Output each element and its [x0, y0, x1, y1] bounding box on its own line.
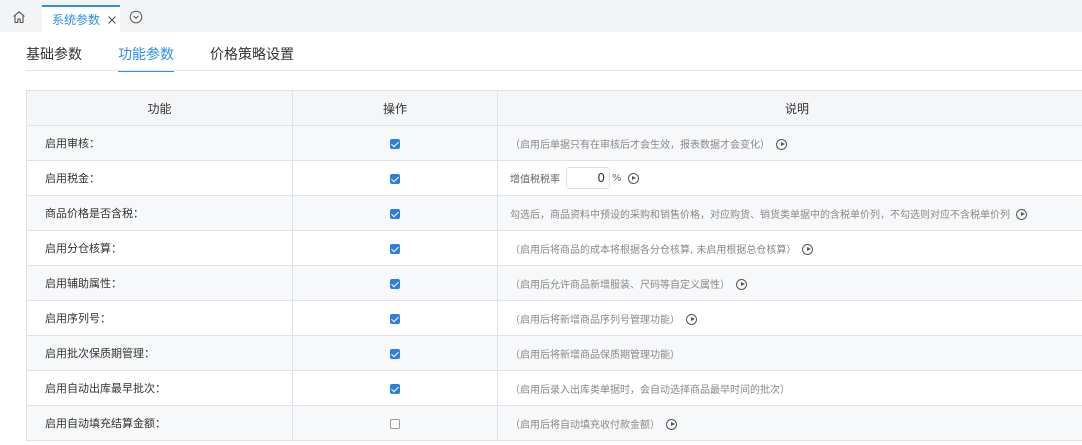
table-row: 启用审核： （启用后单据只有在审核后才会生效，报表数据才会变化）: [26, 125, 1082, 161]
operation-cell: [292, 300, 498, 336]
operation-cell: [292, 335, 498, 371]
description-cell: （启用后录入出库类单据时，会自动选择商品最早时间的批次）: [497, 370, 1082, 406]
enable-checkbox[interactable]: [390, 173, 400, 184]
table-row: 启用税金： 增值税税率 0%: [26, 160, 1082, 196]
table-header-row: 功能 操作 说明: [26, 90, 1082, 126]
function-name: 启用自动出库最早批次：: [26, 370, 293, 406]
function-name: 商品价格是否含税：: [26, 195, 293, 231]
operation-cell: [292, 195, 498, 231]
home-icon: [13, 11, 25, 24]
function-name: 启用自动填充结算金额：: [26, 405, 293, 441]
subtab-divider: [26, 70, 1082, 71]
enable-checkbox[interactable]: [390, 348, 400, 359]
operation-cell: [292, 160, 498, 196]
description-cell: （启用后允许商品新增服装、尺码等自定义属性）: [497, 265, 1082, 301]
table-row: 启用序列号： （启用后将新增商品序列号管理功能）: [26, 300, 1082, 336]
function-params-table: 功能 操作 说明 启用审核： （启用后单据只有在审核后才会生效，报表数据才会变化）…: [26, 90, 1082, 441]
table-row: 启用分仓核算： （启用后将商品的成本将根据各分仓核算, 未启用根据总仓核算）: [26, 230, 1082, 266]
close-icon[interactable]: [106, 14, 118, 26]
play-icon[interactable]: [776, 139, 787, 150]
operation-cell: [292, 230, 498, 266]
subtab-basic-params[interactable]: 基础参数: [26, 42, 82, 72]
chevron-down-circle-icon: [129, 10, 143, 24]
play-icon[interactable]: [802, 244, 814, 255]
tab-system-params[interactable]: 系统参数: [42, 5, 120, 32]
subtab-function-params[interactable]: 功能参数: [118, 42, 174, 72]
tax-rate-unit: %: [612, 172, 622, 184]
description-cell: 增值税税率 0%: [497, 160, 1082, 196]
description-cell: （启用后将商品的成本将根据各分仓核算, 未启用根据总仓核算）: [497, 230, 1082, 266]
play-icon[interactable]: [1016, 209, 1027, 220]
play-icon[interactable]: [686, 314, 697, 325]
function-name: 启用审核：: [26, 125, 293, 161]
operation-cell: [292, 125, 498, 161]
play-icon[interactable]: [736, 279, 747, 290]
enable-checkbox[interactable]: [390, 383, 400, 394]
tab-dropdown-button[interactable]: [129, 10, 143, 24]
header-description: 说明: [497, 90, 1082, 126]
enable-checkbox[interactable]: [390, 208, 400, 219]
tax-rate-label: 增值税税率: [510, 174, 560, 186]
home-button[interactable]: [6, 6, 32, 28]
enable-checkbox[interactable]: [390, 418, 400, 429]
function-name: 启用辅助属性：: [26, 265, 293, 301]
tab-bar: 系统参数: [0, 0, 1082, 32]
description-text: （启用后允许商品新增服装、尺码等自定义属性）: [510, 279, 730, 291]
enable-checkbox[interactable]: [390, 278, 400, 289]
operation-cell: [292, 405, 498, 441]
function-name: 启用税金：: [26, 160, 293, 196]
table-row: 启用辅助属性： （启用后允许商品新增服装、尺码等自定义属性）: [26, 265, 1082, 301]
description-text: （启用后录入出库类单据时，会自动选择商品最早时间的批次）: [510, 384, 790, 396]
enable-checkbox[interactable]: [390, 243, 400, 254]
description-text: （启用后将新增商品保质期管理功能）: [510, 349, 680, 361]
operation-cell: [292, 265, 498, 301]
function-name: 启用序列号：: [26, 300, 293, 336]
description-cell: （启用后将自动填充收付款金额）: [497, 405, 1082, 441]
operation-cell: [292, 370, 498, 406]
table-row: 启用批次保质期管理： （启用后将新增商品保质期管理功能）: [26, 335, 1082, 371]
enable-checkbox[interactable]: [390, 313, 400, 324]
description-cell: （启用后将新增商品保质期管理功能）: [497, 335, 1082, 371]
play-icon[interactable]: [627, 172, 639, 184]
description-text: （启用后将新增商品序列号管理功能）: [510, 314, 680, 326]
function-name: 启用分仓核算：: [26, 230, 293, 266]
tab-label: 系统参数: [52, 13, 101, 27]
description-cell: （启用后将新增商品序列号管理功能）: [497, 300, 1082, 336]
play-icon[interactable]: [666, 419, 677, 430]
description-text: （启用后将自动填充收付款金额）: [510, 419, 660, 431]
function-name: 启用批次保质期管理：: [26, 335, 293, 371]
header-operation: 操作: [292, 90, 498, 126]
description-text: （启用后单据只有在审核后才会生效，报表数据才会变化）: [510, 139, 770, 151]
description-cell: 勾选后，商品资料中预设的采购和销售价格，对应购货、销货类单据中的含税单价列，不勾…: [497, 195, 1082, 231]
table-row: 启用自动出库最早批次： （启用后录入出库类单据时，会自动选择商品最早时间的批次）: [26, 370, 1082, 406]
table-row: 商品价格是否含税： 勾选后，商品资料中预设的采购和销售价格，对应购货、销货类单据中…: [26, 195, 1082, 231]
subtab-price-strategy[interactable]: 价格策略设置: [210, 42, 294, 72]
description-text: （启用后将商品的成本将根据各分仓核算, 未启用根据总仓核算）: [510, 244, 797, 256]
description-text: 勾选后，商品资料中预设的采购和销售价格，对应购货、销货类单据中的含税单价列，不勾…: [510, 209, 1010, 221]
table-row: 启用自动填充结算金额： （启用后将自动填充收付款金额）: [26, 405, 1082, 441]
tax-rate-input[interactable]: 0: [566, 167, 610, 189]
description-cell: （启用后单据只有在审核后才会生效，报表数据才会变化）: [497, 125, 1082, 161]
header-function: 功能: [26, 90, 293, 126]
enable-checkbox[interactable]: [390, 138, 400, 149]
sub-tabs: 基础参数 功能参数 价格策略设置: [26, 42, 330, 72]
